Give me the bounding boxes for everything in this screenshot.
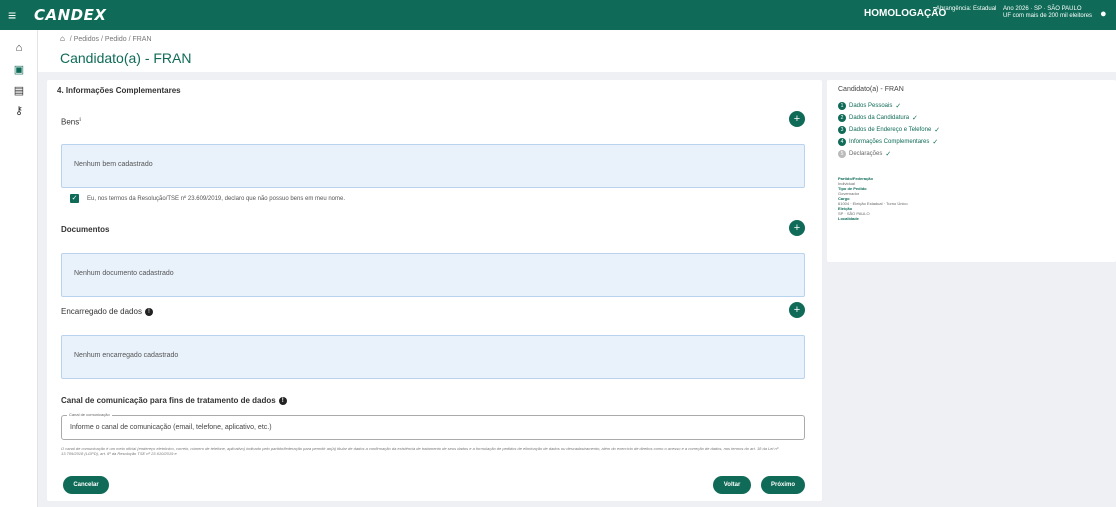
add-bem-button[interactable]: + (789, 111, 805, 127)
breadcrumb-item[interactable]: Pedido (105, 36, 127, 43)
check-icon: ✓ (934, 127, 941, 134)
app-logo: CANDEX (34, 6, 107, 24)
cancel-button[interactable]: Cancelar (63, 476, 109, 494)
progress-step[interactable]: 2 Dados da Candidatura ✓ (838, 113, 940, 123)
progress-step[interactable]: 4 Informações Complementares ✓ (838, 137, 940, 147)
encarregado-title-text: Encarregado de dados (61, 307, 142, 316)
canal-title: Canal de comunicação para fins de tratam… (61, 396, 287, 405)
step-number: 4 (838, 138, 846, 146)
canal-field-placeholder: Informe o canal de comunicação (email, t… (70, 424, 272, 431)
context-scope: Abrangência: Estadual (936, 6, 997, 12)
documentos-title: Documentos (61, 225, 110, 234)
step-label: Dados da Candidatura (849, 115, 910, 121)
user-icon[interactable]: ● (1100, 8, 1107, 20)
progress-title: Candidato(a) - FRAN (838, 86, 904, 93)
canal-field-legend: Canal de comunicação (67, 412, 112, 417)
home-icon[interactable]: ⌂ (0, 42, 38, 54)
canal-comunicacao-input[interactable]: Canal de comunicação Informe o canal de … (61, 412, 805, 440)
context-election: Ano 2026 · SP · SÃO PAULO UF com mais de… (1003, 6, 1092, 20)
add-encarregado-button[interactable]: + (789, 302, 805, 318)
breadcrumb-item: FRAN (132, 36, 152, 43)
next-button[interactable]: Próximo (761, 476, 805, 494)
progress-steps: 1 Dados Pessoais ✓ 2 Dados da Candidatur… (838, 101, 940, 161)
bens-title-text: Bens (61, 117, 80, 127)
summary-label: Localidade (838, 216, 859, 221)
declaration-text: Eu, nos termos da Resolução/TSE nº 23.60… (87, 195, 346, 202)
breadcrumb-item[interactable]: Pedidos (74, 36, 99, 43)
declaration-checkbox[interactable]: ✓ (70, 194, 79, 203)
bens-empty-text: Nenhum bem cadastrado (74, 161, 153, 168)
encarregado-empty-text: Nenhum encarregado cadastrado (74, 352, 179, 359)
check-icon: ✓ (932, 139, 939, 146)
step-label: Dados de Endereço e Telefone (849, 127, 932, 133)
encarregado-empty-state: Nenhum encarregado cadastrado (61, 335, 805, 379)
info-icon[interactable]: ! (278, 396, 287, 405)
section-title: 4. Informações Complementares (57, 86, 181, 95)
page-header: ⌂ / Pedidos / Pedido / FRAN Candidato(a)… (38, 30, 1116, 72)
form-card: 4. Informações Complementares Bensℹ + Ne… (47, 80, 822, 501)
key-icon[interactable]: ⚷ (0, 104, 38, 117)
step-number: 1 (838, 102, 846, 110)
back-button[interactable]: Voltar (713, 476, 751, 494)
check-icon: ✓ (912, 115, 918, 122)
printer-icon[interactable]: ▤ (0, 84, 38, 97)
step-label: Dados Pessoais (849, 103, 893, 109)
progress-step[interactable]: 5 Declarações ✓ (838, 149, 940, 159)
step-number: 3 (838, 126, 846, 134)
bens-empty-state: Nenhum bem cadastrado (61, 144, 805, 188)
check-icon: ✓ (895, 103, 902, 110)
step-label: Declarações (849, 151, 883, 157)
environment-label: HOMOLOGAÇÃO (864, 8, 947, 19)
top-bar: ≡ CANDEX HOMOLOGAÇÃO Abrangência: Estadu… (0, 0, 1116, 30)
home-icon[interactable]: ⌂ (60, 34, 65, 43)
page-title: Candidato(a) - FRAN (60, 50, 192, 66)
context-election-line: UF com mais de 200 mil eleitores (1003, 13, 1093, 19)
documentos-empty-text: Nenhum documento cadastrado (74, 270, 174, 277)
step-label: Informações Complementares (849, 139, 930, 145)
progress-step[interactable]: 3 Dados de Endereço e Telefone ✓ (838, 125, 940, 135)
side-rail: ⌂ ▣ ▤ ⚷ (0, 30, 38, 507)
breadcrumb: ⌂ / Pedidos / Pedido / FRAN (60, 34, 152, 43)
encarregado-title: Encarregado de dados! (61, 307, 153, 316)
add-documento-button[interactable]: + (789, 220, 805, 236)
step-number: 5 (838, 150, 846, 158)
documentos-empty-state: Nenhum documento cadastrado (61, 253, 805, 297)
progress-panel: Candidato(a) - FRAN 1 Dados Pessoais ✓ 2… (827, 80, 1116, 262)
progress-step[interactable]: 1 Dados Pessoais ✓ (838, 101, 940, 111)
candidacy-summary: Partido/Federação Individual Tipo de Ped… (838, 176, 908, 221)
briefcase-icon[interactable]: ▣ (0, 63, 38, 76)
bens-title: Bensℹ (61, 117, 82, 127)
step-number: 2 (838, 114, 846, 122)
check-icon: ✓ (885, 151, 892, 158)
info-icon[interactable]: ! (144, 307, 153, 316)
canal-help-text: O canal de comunicação é um meio oficial… (61, 446, 779, 456)
menu-icon[interactable]: ≡ (8, 7, 28, 23)
no-bens-declaration[interactable]: ✓ Eu, nos termos da Resolução/TSE nº 23.… (70, 194, 345, 203)
context-election-line: Ano 2026 · SP · SÃO PAULO (1003, 6, 1082, 12)
canal-title-text: Canal de comunicação para fins de tratam… (61, 396, 276, 405)
